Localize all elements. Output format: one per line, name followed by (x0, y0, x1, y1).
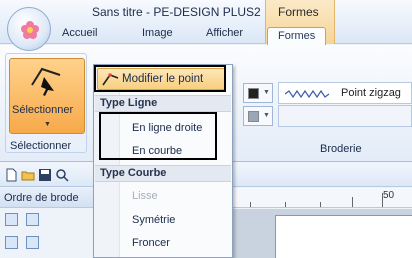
chevron-down-icon: ▼ (263, 89, 270, 96)
order-tool-icon[interactable] (26, 236, 39, 249)
line-color-swatch (248, 88, 259, 99)
fill-color-swatch (248, 111, 259, 122)
select-group: Sélectionner ▼ Sélectionner (5, 53, 87, 153)
tab-formes[interactable]: Formes (267, 27, 327, 46)
new-file-icon[interactable] (4, 168, 18, 182)
menu-item-gather[interactable]: Froncer (132, 237, 170, 249)
pane-title-text: Ordre de brode (4, 192, 79, 204)
design-page[interactable] (275, 215, 412, 258)
edit-point-menu: Modifier le point Type Ligne En ligne dr… (93, 64, 233, 258)
select-group-label: Sélectionner (10, 140, 72, 152)
highlight-box-line-type (99, 112, 217, 160)
title-bar: Sans titre - PE-DESIGN PLUS2 Formes Accu… (0, 0, 412, 46)
flower-logo-icon (21, 21, 39, 39)
open-folder-icon[interactable] (21, 168, 35, 182)
save-icon[interactable] (38, 168, 52, 182)
ruler-number: 50 (383, 190, 395, 201)
ruler-tick (320, 202, 321, 207)
chevron-down-icon: ▼ (263, 112, 270, 119)
embroidery-order-pane-title: Ordre de brode (0, 188, 100, 208)
zoom-icon[interactable] (55, 168, 69, 182)
window-title: Sans titre - PE-DESIGN PLUS2 (92, 5, 261, 19)
ruler-tick (352, 197, 353, 207)
chevron-down-icon: ▼ (44, 121, 51, 128)
select-button[interactable]: Sélectionner ▼ (9, 58, 85, 134)
zigzag-stitch-icon (285, 89, 330, 99)
menu-gutter (94, 65, 120, 257)
broderie-group-label: Broderie (320, 143, 362, 155)
fill-color-button[interactable]: ▼ (243, 106, 273, 126)
ruler-tick (285, 202, 286, 207)
order-tool-icon[interactable] (5, 213, 18, 226)
line-stitch-selector[interactable]: Point zigzag (278, 82, 412, 104)
stitch-type-label: Point zigzag (341, 87, 401, 99)
embroidery-order-tools (0, 209, 100, 258)
highlight-box-modify (94, 65, 226, 92)
menu-item-symmetry[interactable]: Symétrie (132, 214, 175, 226)
order-tool-icon[interactable] (26, 213, 39, 226)
application-button[interactable] (7, 7, 51, 51)
line-type-header: Type Ligne (95, 95, 231, 112)
context-group-label: Formes (278, 5, 319, 19)
select-button-label: Sélectionner (12, 104, 74, 116)
tab-afficher[interactable]: Afficher (206, 27, 243, 44)
line-type-header-text: Type Ligne (100, 97, 158, 109)
tab-accueil[interactable]: Accueil (62, 27, 97, 44)
curve-type-header: Type Courbe (95, 165, 231, 182)
ruler-tick (250, 202, 251, 207)
menu-item-smooth[interactable]: Lisse (132, 190, 158, 202)
order-tool-icon[interactable] (5, 236, 18, 249)
fill-stitch-selector[interactable] (278, 105, 412, 127)
select-shape-icon (31, 67, 61, 96)
tab-image[interactable]: Image (142, 27, 173, 44)
curve-type-header-text: Type Courbe (100, 167, 167, 179)
line-color-button[interactable]: ▼ (243, 83, 273, 103)
